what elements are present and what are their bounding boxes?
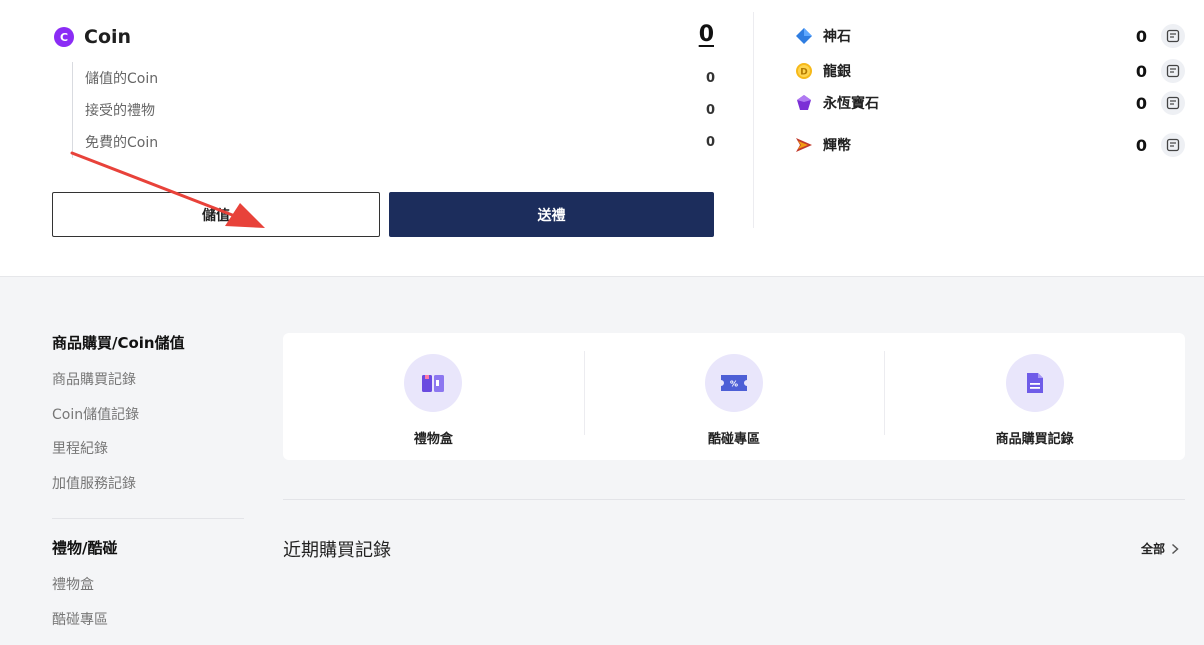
glory-coin-icon (796, 138, 812, 152)
currency-value: 0 (1135, 135, 1147, 155)
quick-link-purchase-record[interactable]: 商品購買記錄 (884, 333, 1185, 460)
sidebar-section-title: 商品購買/Coin儲值 (52, 333, 185, 352)
breakdown-value: 0 (705, 70, 715, 86)
breakdown-row-charged: 儲值的Coin 0 (73, 62, 715, 94)
sidebar-item-gift-box[interactable]: 禮物盒 (52, 567, 244, 602)
currency-row-eternal-gem: 永恆寶石 0 (795, 89, 1185, 117)
currency-value: 0 (1135, 61, 1147, 81)
currency-row-dragon-silver: D 龍銀 0 (795, 57, 1185, 85)
view-all-link[interactable]: 全部 (1141, 540, 1179, 557)
quick-link-label: 禮物盒 (413, 432, 453, 447)
chevron-right-icon (1172, 543, 1179, 554)
currency-row-glory-coin: 輝幣 0 (795, 131, 1185, 159)
section-divider (283, 499, 1185, 500)
gold-coin-icon: D (796, 63, 812, 79)
sidebar-item-coin-charge-history[interactable]: Coin儲值記錄 (52, 397, 244, 432)
vertical-divider (753, 12, 754, 228)
breakdown-value: 0 (705, 102, 715, 118)
coin-icon: C (54, 27, 74, 47)
sidebar-item-value-added-history[interactable]: 加值服務記錄 (52, 466, 244, 501)
breakdown-row-received: 接受的禮物 0 (73, 94, 715, 126)
send-gift-button[interactable]: 送禮 (389, 192, 714, 237)
sidebar-section-title: 禮物/酷碰 (52, 538, 118, 557)
view-all-label: 全部 (1141, 542, 1166, 556)
sidebar-item-purchase-history[interactable]: 商品購買記錄 (52, 362, 244, 397)
quick-links: 禮物盒 % 酷碰專區 商品購買記錄 (283, 333, 1185, 460)
gift-box-icon (404, 354, 463, 412)
sidebar-divider (52, 518, 244, 519)
coin-total[interactable]: 0 (676, 22, 714, 47)
history-icon[interactable] (1161, 133, 1185, 157)
history-icon[interactable] (1161, 91, 1185, 115)
wallet-summary-panel: C Coin 0 儲值的Coin 0 接受的禮物 0 免費的Coin 0 儲值 … (0, 0, 1204, 277)
currency-value: 0 (1135, 93, 1147, 113)
purchase-record-icon (1005, 354, 1064, 412)
breakdown-value: 0 (705, 134, 715, 150)
currency-name: 龍銀 (823, 64, 851, 80)
currency-name: 神石 (823, 29, 851, 45)
sidebar-item-mileage-history[interactable]: 里程紀錄 (52, 431, 244, 466)
coupon-icon: % (705, 354, 763, 412)
coin-header: C Coin (54, 26, 131, 48)
breakdown-label: 儲值的Coin (85, 71, 159, 87)
recent-purchases-title: 近期購買記錄 (283, 540, 391, 561)
purple-gem-icon (797, 95, 811, 110)
history-icon[interactable] (1161, 24, 1185, 48)
sidebar: 商品購買/Coin儲值 商品購買記錄 Coin儲值記錄 里程紀錄 加值服務記錄 … (52, 330, 244, 636)
currency-value: 0 (1135, 26, 1147, 46)
currency-name: 永恆寶石 (823, 96, 879, 112)
sidebar-item-coupon-zone[interactable]: 酷碰專區 (52, 602, 244, 637)
currency-name: 輝幣 (823, 138, 851, 154)
svg-text:%: % (730, 380, 738, 389)
breakdown-label: 接受的禮物 (85, 103, 155, 119)
svg-text:D: D (800, 68, 807, 78)
history-icon[interactable] (1161, 59, 1185, 83)
annotation-arrow (70, 151, 265, 228)
quick-link-label: 商品購買記錄 (995, 432, 1074, 447)
quick-link-label: 酷碰專區 (708, 432, 761, 447)
currency-row-divine-stone: 神石 0 (795, 22, 1185, 50)
quick-link-gift-box[interactable]: 禮物盒 (283, 333, 584, 460)
quick-link-coupon[interactable]: % 酷碰專區 (583, 333, 885, 460)
blue-diamond-icon (796, 28, 812, 44)
coin-label: Coin (84, 26, 132, 48)
